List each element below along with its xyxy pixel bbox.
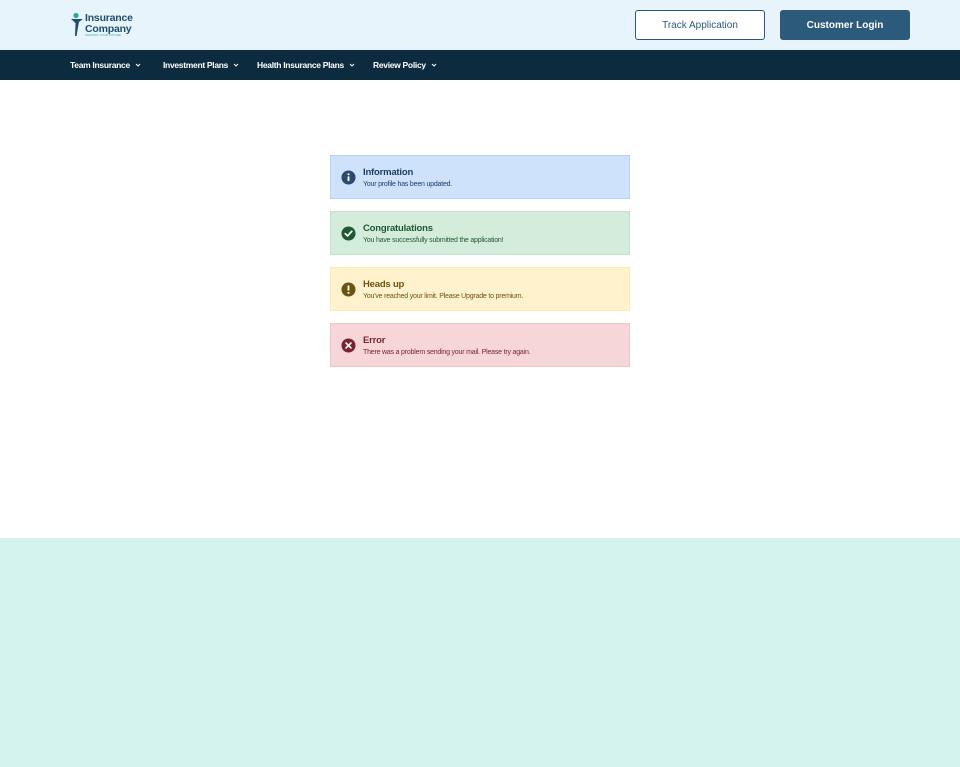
info-icon — [341, 170, 356, 185]
chevron-down-icon — [135, 63, 141, 67]
alert-message: Your profile has been updated. — [363, 181, 453, 188]
alert-success: Congratulations You have successfully su… — [330, 211, 630, 255]
company-logo[interactable]: Insurance Company SHAPING YOUR FUTURE — [70, 12, 140, 38]
nav-item-label: Investment Plans — [163, 60, 229, 70]
chevron-down-icon — [349, 63, 355, 67]
alert-message: You've reached your limit. Please Upgrad… — [363, 293, 524, 300]
alert-message: There was a problem sending your mail. P… — [363, 349, 531, 356]
footer-section — [0, 538, 960, 767]
logo-tagline: SHAPING YOUR FUTURE — [85, 33, 121, 37]
alert-title: Error — [363, 335, 386, 346]
alert-title: Information — [363, 167, 414, 178]
logo-figure-icon — [71, 12, 83, 36]
chevron-down-icon — [233, 63, 239, 67]
nav-item-health-insurance-plans[interactable]: Health Insurance Plans — [257, 50, 355, 80]
customer-login-button[interactable]: Customer Login — [780, 10, 910, 40]
alert-message: You have successfully submitted the appl… — [363, 237, 504, 244]
alert-info: Information Your profile has been update… — [330, 155, 630, 199]
alert-title: Heads up — [363, 279, 405, 290]
nav-item-investment-plans[interactable]: Investment Plans — [163, 50, 239, 80]
check-circle-icon — [341, 226, 356, 241]
nav-item-team-insurance[interactable]: Team Insurance — [70, 50, 141, 80]
nav-item-label: Team Insurance — [70, 60, 130, 70]
nav-item-label: Health Insurance Plans — [257, 60, 344, 70]
logo-wordmark: Insurance Company — [85, 13, 133, 34]
x-circle-icon — [341, 338, 356, 353]
alert-title: Congratulations — [363, 223, 433, 234]
top-header: Insurance Company SHAPING YOUR FUTURE Tr… — [0, 0, 960, 50]
alert-warning: Heads up You've reached your limit. Plea… — [330, 267, 630, 311]
nav-item-label: Review Policy — [373, 60, 426, 70]
track-application-button[interactable]: Track Application — [635, 10, 765, 40]
alert-error: Error There was a problem sending your m… — [330, 323, 630, 367]
logo-line1: Insurance — [85, 12, 133, 24]
nav-item-review-policy[interactable]: Review Policy — [373, 50, 437, 80]
main-nav: Team Insurance Investment Plans Health I… — [0, 50, 960, 80]
chevron-down-icon — [431, 63, 437, 67]
exclamation-circle-icon — [341, 282, 356, 297]
